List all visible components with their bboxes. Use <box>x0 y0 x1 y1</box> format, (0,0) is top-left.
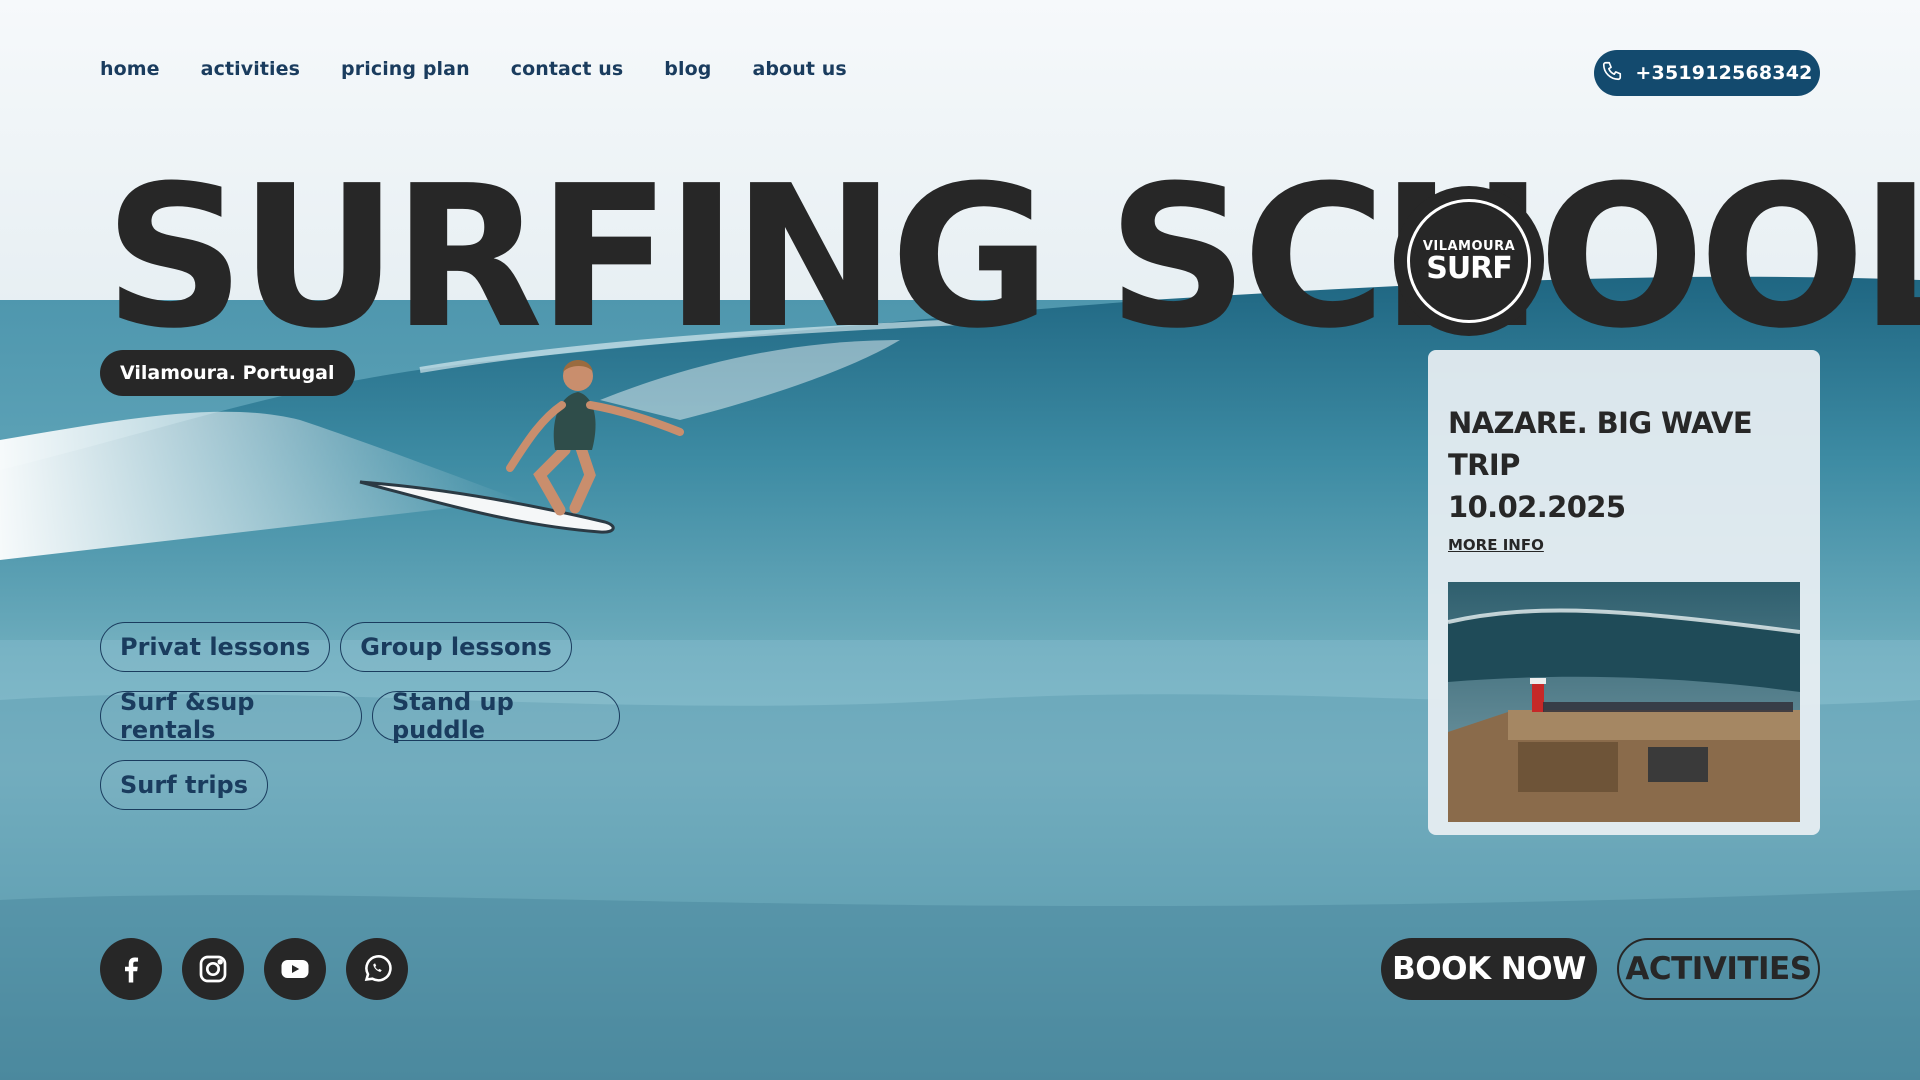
brand-logo: VILAMOURA SURF <box>1394 186 1544 336</box>
whatsapp-icon[interactable] <box>346 938 408 1000</box>
nav-contact-us[interactable]: contact us <box>511 58 624 80</box>
event-title-line1: NAZARE. BIG WAVE TRIP <box>1448 406 1753 482</box>
nav-about-us[interactable]: about us <box>752 58 846 80</box>
phone-button[interactable]: +351912568342 <box>1594 50 1820 96</box>
facebook-icon[interactable] <box>100 938 162 1000</box>
pill-privat-lessons[interactable]: Privat lessons <box>100 622 331 672</box>
main-nav: home activities pricing plan contact us … <box>100 58 847 80</box>
pill-surf-trips[interactable]: Surf trips <box>100 760 269 810</box>
event-title: NAZARE. BIG WAVE TRIP 10.02.2025 <box>1448 402 1800 528</box>
pill-stand-up-puddle[interactable]: Stand up puddle <box>371 688 620 744</box>
event-photo <box>1448 582 1800 822</box>
event-date: 10.02.2025 <box>1448 490 1626 524</box>
logo-mark: SURF <box>1426 250 1513 286</box>
pill-group-lessons[interactable]: Group lessons <box>340 622 572 672</box>
activities-button[interactable]: ACTIVITIES <box>1617 938 1820 1000</box>
phone-number: +351912568342 <box>1635 62 1813 84</box>
nav-home[interactable]: home <box>100 58 160 80</box>
pill-surf-sup-rentals[interactable]: Surf &sup rentals <box>100 688 362 744</box>
service-list: Privat lessons Group lessons Surf &sup r… <box>100 622 620 829</box>
nav-blog[interactable]: blog <box>664 58 711 80</box>
phone-icon <box>1601 60 1623 87</box>
event-card: NAZARE. BIG WAVE TRIP 10.02.2025 MORE IN… <box>1428 350 1820 835</box>
nav-activities[interactable]: activities <box>201 58 300 80</box>
youtube-icon[interactable] <box>264 938 326 1000</box>
page-title: SURFING SCHOOL <box>104 144 1920 372</box>
more-info-link[interactable]: MORE INFO <box>1448 536 1544 554</box>
social-links <box>100 938 408 1000</box>
surfer-illustration <box>359 360 684 534</box>
instagram-icon[interactable] <box>182 938 244 1000</box>
book-now-button[interactable]: BOOK NOW <box>1381 938 1597 1000</box>
location-badge: Vilamoura. Portugal <box>100 350 355 396</box>
nav-pricing-plan[interactable]: pricing plan <box>341 58 470 80</box>
